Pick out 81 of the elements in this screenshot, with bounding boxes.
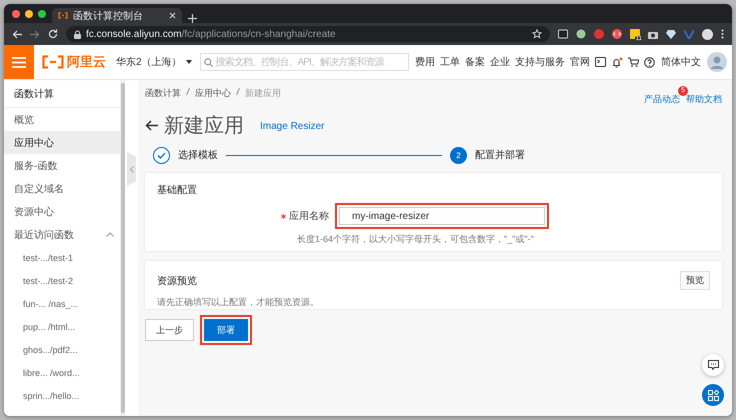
slash-separator-icon [186, 87, 190, 96]
recent-function-item[interactable]: pup... /html... [4, 315, 120, 338]
nav-link[interactable]: 企业 [490, 55, 510, 69]
extension-icon[interactable] [630, 29, 640, 39]
extension-icon[interactable] [612, 29, 622, 39]
lock-icon [74, 30, 81, 38]
close-window-icon[interactable] [12, 10, 20, 18]
nav-link[interactable]: 工单 [440, 55, 460, 69]
header-link[interactable]: 产品动态 [644, 94, 680, 104]
breadcrumb-link[interactable]: 应用中心 [195, 87, 231, 100]
camera-icon[interactable] [648, 30, 658, 38]
preview-note: 请先正确填写以上配置，才能预览资源。 [157, 296, 320, 309]
close-icon[interactable] [169, 12, 176, 19]
checkmark-icon [157, 152, 166, 158]
nav-link[interactable]: 官网 [570, 55, 590, 69]
brand-name: 阿里云 [67, 53, 106, 71]
slash-separator-icon [236, 87, 240, 96]
cart-icon[interactable] [628, 57, 639, 67]
recent-function-item[interactable]: test-.../test-2 [4, 269, 120, 292]
collapse-handle[interactable] [127, 152, 136, 186]
card-title: 资源预览 [157, 274, 197, 288]
help-icon[interactable] [644, 56, 655, 68]
sidebar-item[interactable]: 最近访问函数 [4, 223, 120, 246]
scrollbar-thumb[interactable] [120, 83, 124, 413]
avatar-icon[interactable] [702, 28, 713, 40]
recent-function-item[interactable]: ghos.../pdf2... [4, 338, 120, 361]
deploy-button[interactable]: 部署 [204, 319, 248, 341]
bell-icon[interactable] [611, 56, 623, 68]
reload-icon[interactable] [48, 29, 58, 39]
language-selector[interactable]: 简体中文 [661, 55, 701, 69]
input-field[interactable]: my-image-resizer [339, 207, 545, 225]
apps-button[interactable] [702, 384, 724, 406]
back-button[interactable]: 上一步 [145, 319, 194, 341]
browser-tab[interactable]: 函数计算控制台 [52, 8, 182, 23]
field-label: 应用名称 [289, 210, 330, 223]
bracket-logo-icon [58, 12, 68, 19]
step-label: 配置并部署 [475, 148, 525, 162]
field-hint: 长度1-64个字符，以大小写字母开头，可包含数字，"_"或"-" [297, 233, 535, 246]
template-link[interactable]: Image Resizer [260, 121, 324, 132]
more-menu-icon[interactable] [721, 29, 724, 39]
chevron-up-icon[interactable] [106, 232, 114, 237]
plus-icon[interactable] [188, 14, 197, 23]
recent-function-item[interactable]: test-.../test-1 [4, 246, 120, 269]
sidebar-item[interactable]: 应用中心 [4, 131, 120, 154]
caret-down-icon [186, 60, 192, 64]
back-arrow-icon[interactable] [145, 120, 158, 131]
menu-icon [12, 56, 26, 68]
maximize-window-icon[interactable] [38, 10, 46, 18]
header-link[interactable]: 帮助文档 [686, 94, 722, 104]
chat-button[interactable] [702, 354, 724, 376]
sidebar-item[interactable]: 自定义域名 [4, 177, 120, 200]
sidebar-item[interactable]: 资源中心 [4, 200, 120, 223]
terminal-icon[interactable] [595, 57, 606, 67]
nav-link[interactable]: 支持与服务 [515, 55, 565, 69]
star-icon[interactable] [532, 29, 542, 39]
recent-function-item[interactable]: libre... /word... [4, 361, 120, 384]
chat-icon [708, 360, 718, 370]
sidebar-item[interactable]: 概览 [4, 108, 120, 131]
breadcrumb-current: 新建应用 [245, 87, 281, 100]
recent-function-item[interactable]: fun-... /nas_... [4, 292, 120, 315]
page-title: 新建应用 [164, 114, 244, 139]
nav-link[interactable]: 费用 [415, 55, 435, 69]
address-bar[interactable]: fc.console.aliyun.com/fc/applications/cn-shanghai/create [66, 26, 550, 42]
card-title: 基础配置 [157, 184, 198, 197]
breadcrumb-link[interactable]: 函数计算 [145, 87, 181, 100]
bracket-logo-icon [42, 55, 64, 69]
step-number: 2 [450, 146, 467, 164]
url-text: fc.console.aliyun.com/fc/applications/cn-shanghai/create [86, 28, 336, 40]
region-selector[interactable]: 华东2（上海） [116, 55, 192, 69]
recent-function-item[interactable]: sprin.../hello... [4, 384, 120, 407]
diamond-icon[interactable] [666, 30, 676, 38]
sidebar-item[interactable]: 服务-函数 [4, 154, 120, 177]
menu-button[interactable] [4, 45, 34, 79]
minimize-window-icon[interactable] [25, 10, 33, 18]
forward-arrow-icon[interactable] [30, 30, 40, 38]
nav-link[interactable]: 备案 [465, 55, 485, 69]
step-label: 选择模板 [178, 148, 218, 162]
preview-button[interactable]: 预览 [680, 271, 710, 290]
grid-icon [708, 390, 718, 400]
search-icon [204, 58, 213, 66]
chevron-left-icon [130, 166, 134, 172]
